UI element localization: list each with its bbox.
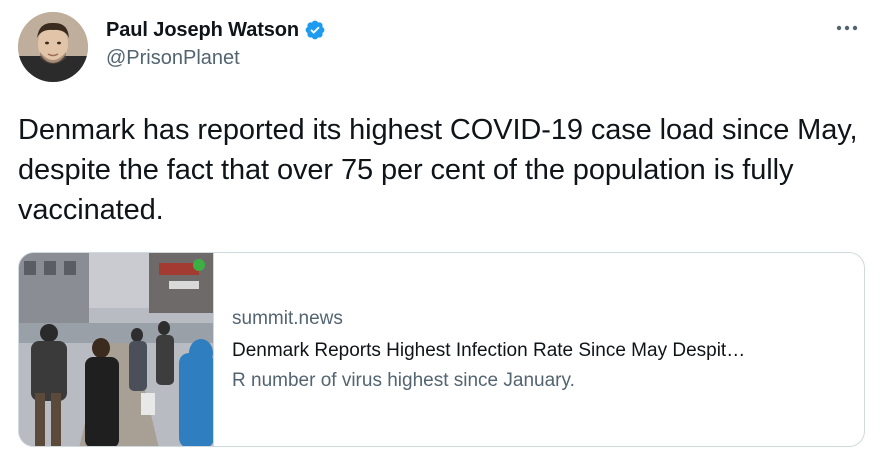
more-options-icon	[836, 25, 858, 31]
author-info: Paul Joseph Watson @PrisonPlanet	[106, 16, 326, 70]
author-handle[interactable]: @PrisonPlanet	[106, 47, 326, 70]
more-options-button[interactable]	[832, 18, 862, 38]
author-name-row: Paul Joseph Watson	[106, 16, 326, 44]
author-display-name[interactable]: Paul Joseph Watson	[106, 19, 299, 42]
author-avatar[interactable]	[18, 12, 88, 82]
card-domain: summit.news	[232, 307, 343, 329]
tweet: Paul Joseph Watson @PrisonPlanet Denmark…	[0, 0, 880, 468]
verified-badge-icon	[304, 19, 326, 41]
street-crowd-photo-icon	[19, 253, 213, 446]
tweet-text: Denmark has reported its highest COVID-1…	[18, 114, 858, 226]
avatar-photo-icon	[18, 12, 88, 82]
card-description: R number of virus highest since January.	[232, 369, 575, 391]
card-thumbnail[interactable]	[19, 253, 214, 446]
card-title[interactable]: Denmark Reports Highest Infection Rate S…	[232, 338, 842, 364]
card-body: summit.news Denmark Reports Highest Infe…	[214, 253, 864, 446]
link-preview-card[interactable]: summit.news Denmark Reports Highest Infe…	[18, 252, 865, 447]
